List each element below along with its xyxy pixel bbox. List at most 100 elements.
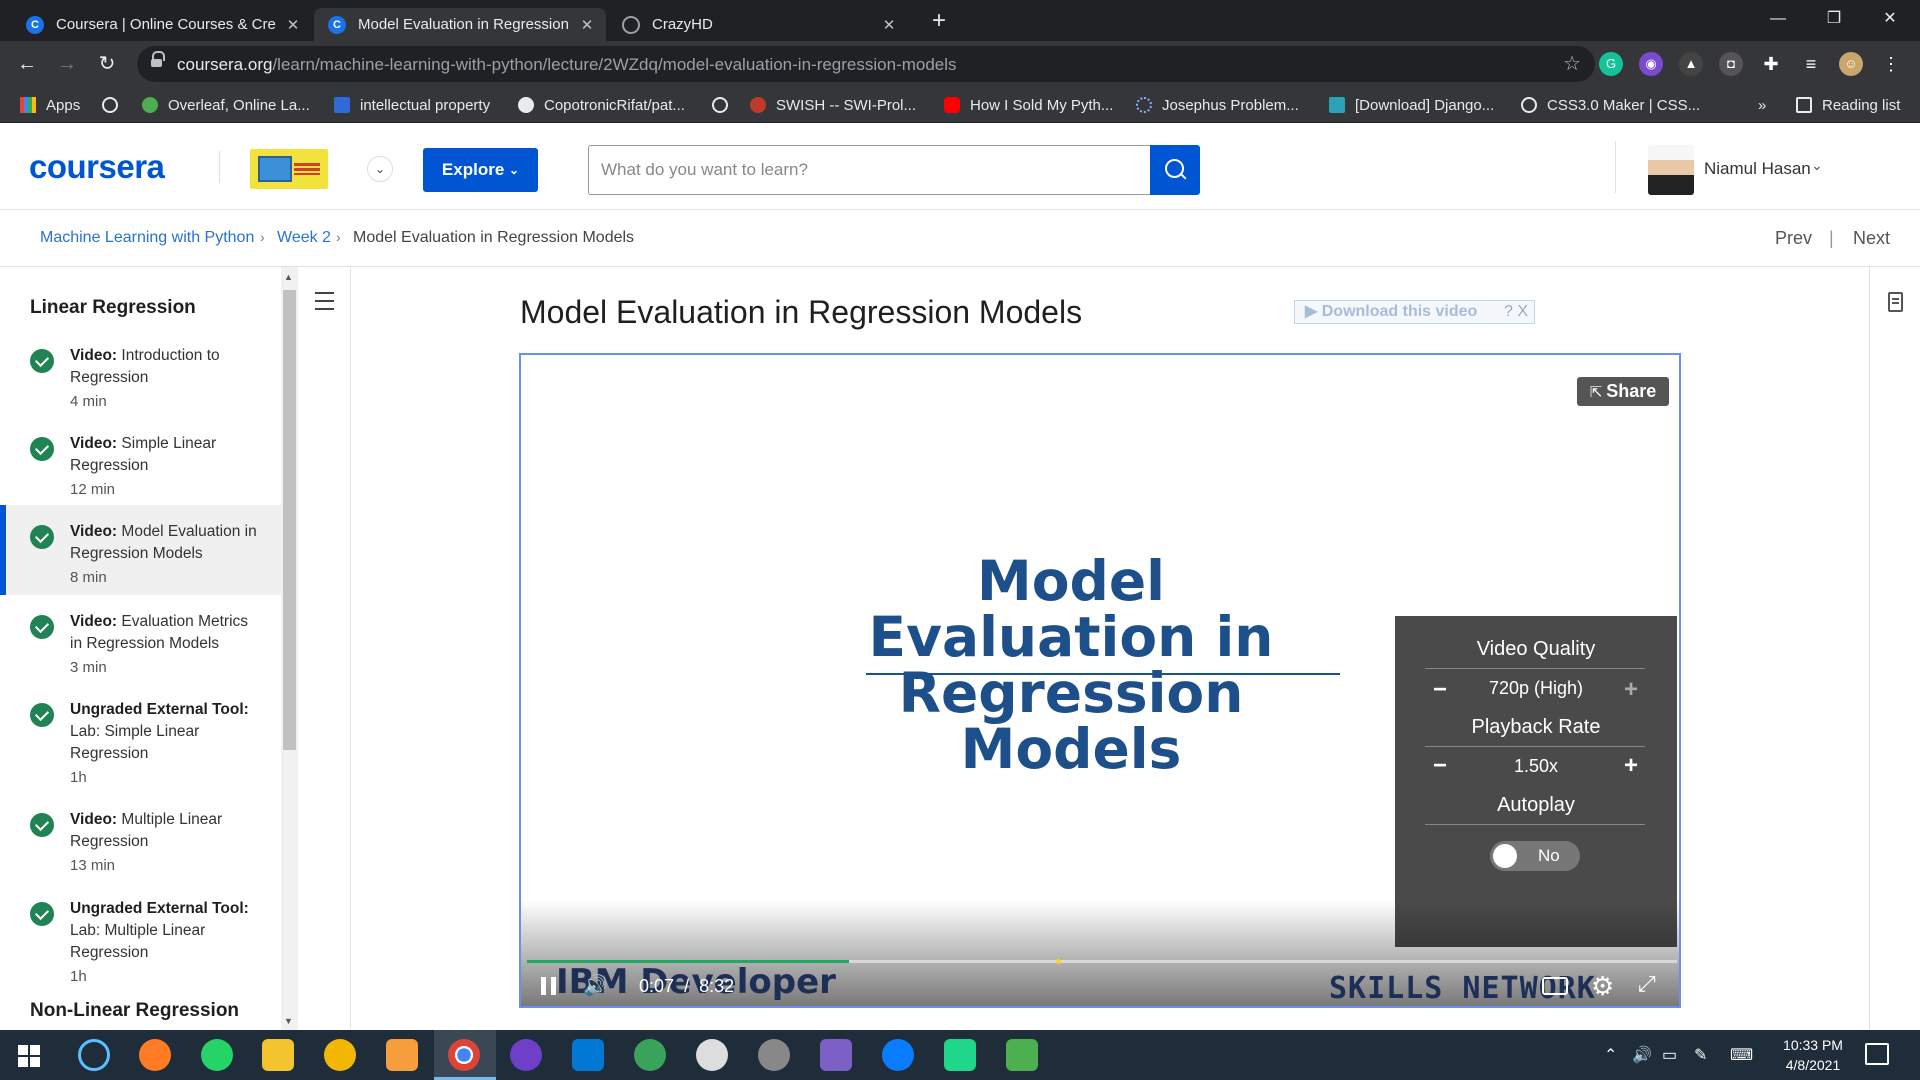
messenger-icon[interactable] <box>882 1039 914 1071</box>
bookmark-overleaf[interactable]: Overleaf, Online La... <box>142 95 310 115</box>
app-icon[interactable] <box>386 1039 418 1071</box>
reload-icon[interactable]: ↻ <box>92 49 122 79</box>
bookmark-django[interactable]: [Download] Django... <box>1329 95 1494 115</box>
transcript-document-icon[interactable] <box>1888 292 1903 312</box>
vpn-shield-icon[interactable] <box>324 1039 356 1071</box>
github-desktop-icon[interactable] <box>510 1039 542 1071</box>
search-input[interactable] <box>588 145 1150 195</box>
bookmarks-overflow-button[interactable]: » <box>1758 95 1766 115</box>
bookmark-css3-maker[interactable]: CSS3.0 Maker | CSS... <box>1521 95 1700 115</box>
download-close-icon[interactable]: X <box>1517 303 1528 320</box>
pause-button[interactable] <box>541 977 557 995</box>
pycharm-icon[interactable] <box>944 1039 976 1071</box>
scroll-up-arrow-icon[interactable]: ▲ <box>284 272 293 282</box>
reading-list-button[interactable]: Reading list <box>1796 95 1900 115</box>
media-control-icon[interactable]: ≡ <box>1799 52 1823 76</box>
sidebar-item-simple-linear-regression[interactable]: Video: Simple Linear Regression 12 min <box>0 425 281 505</box>
bookmark-globe-2[interactable] <box>712 95 738 115</box>
gear-icon[interactable]: ⚙ <box>1591 971 1614 1002</box>
bookmark-github[interactable]: CopotronicRifat/pat... <box>518 95 685 115</box>
app-icon[interactable] <box>1006 1039 1038 1071</box>
cortana-icon[interactable] <box>78 1039 110 1071</box>
video-player[interactable]: Model Evaluation in Regression Models ⇱ S… <box>519 353 1681 1008</box>
extension-icon[interactable]: ◉ <box>1639 52 1663 76</box>
partner-logo[interactable] <box>250 149 328 189</box>
chrome-icon[interactable] <box>448 1039 480 1071</box>
file-explorer-icon[interactable] <box>262 1039 294 1071</box>
rate-increase-button[interactable]: + <box>1619 752 1643 780</box>
quality-increase-button[interactable]: + <box>1619 676 1643 704</box>
breadcrumb-week-link[interactable]: Week 2 <box>277 229 331 247</box>
extension-icon[interactable]: ▲ <box>1679 52 1703 76</box>
close-window-button[interactable]: ✕ <box>1862 0 1918 38</box>
grammarly-extension-icon[interactable]: G <box>1599 52 1623 76</box>
coursera-logo[interactable]: coursera <box>29 148 165 186</box>
explore-button[interactable]: Explore ⌄ <box>423 148 538 192</box>
avatar[interactable] <box>1648 145 1694 195</box>
sidebar-item-lab-simple-linear-regression[interactable]: Ungraded External Tool: Lab: Simple Line… <box>0 691 281 791</box>
extensions-puzzle-icon[interactable]: ✚ <box>1759 52 1783 76</box>
network-icon[interactable]: ▭ <box>1662 1045 1677 1065</box>
windows-start-icon[interactable] <box>18 1045 40 1067</box>
bookmark-swish[interactable]: SWISH -- SWI-Prol... <box>750 95 916 115</box>
pen-icon[interactable]: ✎ <box>1694 1045 1707 1065</box>
bookmark-globe[interactable] <box>102 95 128 115</box>
sidebar-scrollbar-thumb[interactable] <box>283 290 296 750</box>
search-button[interactable] <box>1150 145 1200 195</box>
back-icon[interactable]: ← <box>12 49 42 79</box>
fullscreen-icon[interactable]: ⤢ <box>1638 971 1656 997</box>
tab-crazyhd[interactable]: CrazyHD ✕ <box>608 8 908 41</box>
browser-menu-icon[interactable]: ⋮ <box>1879 52 1903 76</box>
vscode-icon[interactable] <box>572 1039 604 1071</box>
sidebar-item-lab-multiple-linear-regression[interactable]: Ungraded External Tool: Lab: Multiple Li… <box>0 890 281 990</box>
whatsapp-icon[interactable] <box>201 1039 233 1071</box>
bookmark-star-icon[interactable]: ☆ <box>1563 51 1581 76</box>
firefox-icon[interactable] <box>139 1039 171 1071</box>
tab-model-evaluation[interactable]: C Model Evaluation in Regression M ✕ <box>314 8 606 41</box>
show-hidden-icons[interactable]: ⌃ <box>1604 1045 1617 1065</box>
app-icon[interactable] <box>634 1039 666 1071</box>
app-icon[interactable] <box>758 1039 790 1071</box>
bookmark-apps[interactable]: Apps <box>20 95 80 115</box>
share-button[interactable]: ⇱ Share <box>1577 377 1669 406</box>
close-icon[interactable]: ✕ <box>284 16 302 34</box>
camera-extension-icon[interactable]: ◘ <box>1719 52 1743 76</box>
chevron-down-icon[interactable]: ⌄ <box>367 156 393 182</box>
scroll-down-arrow-icon[interactable]: ▼ <box>284 1016 293 1026</box>
autoplay-toggle[interactable]: No <box>1490 841 1580 871</box>
bookmark-intellectual-property[interactable]: intellectual property <box>334 95 490 115</box>
visual-studio-icon[interactable] <box>820 1039 852 1071</box>
app-icon[interactable] <box>696 1039 728 1071</box>
breadcrumb-course-link[interactable]: Machine Learning with Python <box>40 229 254 247</box>
volume-icon[interactable]: 🔊 <box>1632 1045 1652 1065</box>
sidebar-item-model-evaluation[interactable]: Video: Model Evaluation in Regression Mo… <box>0 505 281 595</box>
close-icon[interactable]: ✕ <box>578 16 596 34</box>
bookmark-youtube[interactable]: How I Sold My Pyth... <box>944 95 1113 115</box>
notification-icon[interactable] <box>1865 1043 1889 1065</box>
sidebar-item-intro-regression[interactable]: Video: Introduction to Regression 4 min <box>0 337 281 417</box>
captions-icon[interactable] <box>1542 977 1568 995</box>
address-bar[interactable]: coursera.org/learn/machine-learning-with… <box>137 46 1595 82</box>
keyboard-icon[interactable]: ⌨ <box>1730 1045 1753 1065</box>
sidebar-item-evaluation-metrics[interactable]: Video: Evaluation Metrics in Regression … <box>0 603 281 683</box>
close-icon[interactable]: ✕ <box>880 16 898 34</box>
restore-window-button[interactable]: ❐ <box>1806 0 1862 38</box>
bookmark-josephus[interactable]: Josephus Problem... <box>1136 95 1299 115</box>
forward-icon[interactable]: → <box>52 49 82 79</box>
system-clock[interactable]: 10:33 PM 4/8/2021 <box>1768 1035 1858 1075</box>
download-help-icon[interactable]: ? <box>1504 303 1513 320</box>
progress-bar[interactable] <box>527 959 1677 964</box>
download-video-button[interactable]: ▶ Download this video ? X <box>1294 300 1535 324</box>
prev-link[interactable]: Prev <box>1775 228 1812 249</box>
sidebar-item-multiple-linear-regression[interactable]: Video: Multiple Linear Regression 13 min <box>0 801 281 881</box>
new-tab-button[interactable]: + <box>924 8 954 34</box>
url-text[interactable]: coursera.org/learn/machine-learning-with… <box>177 55 957 75</box>
lock-icon[interactable] <box>151 51 165 70</box>
minimize-window-button[interactable]: — <box>1750 0 1806 38</box>
profile-avatar-icon[interactable]: ☺ <box>1839 52 1863 76</box>
tab-coursera-home[interactable]: C Coursera | Online Courses & Cre ✕ <box>12 8 312 41</box>
user-name[interactable]: Niamul Hasan <box>1704 159 1811 179</box>
chevron-down-icon[interactable]: ⌄ <box>1811 157 1823 174</box>
outline-list-icon[interactable] <box>311 290 334 312</box>
volume-icon[interactable]: 🔊 <box>583 973 608 998</box>
